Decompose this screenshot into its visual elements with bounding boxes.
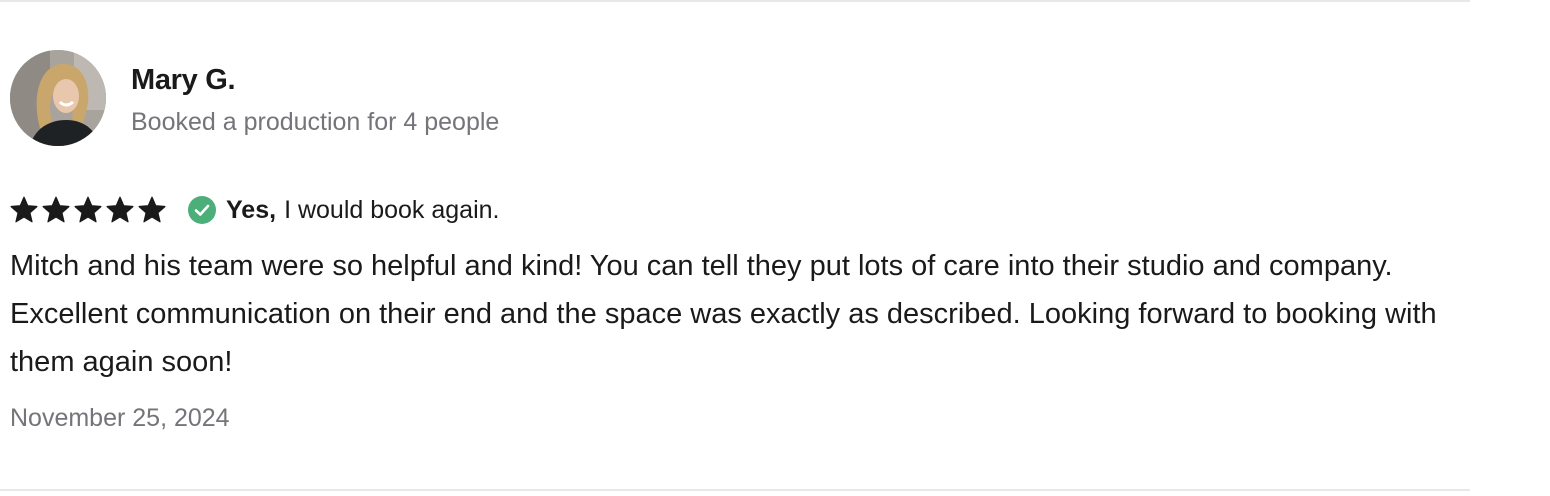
reviewer-name[interactable]: Mary G.	[131, 64, 236, 97]
reviewer-avatar[interactable]	[10, 50, 106, 146]
star-rating	[10, 196, 166, 224]
rebook-indicator: Yes, I would book again.	[188, 196, 500, 225]
rebook-text: I would book again.	[284, 195, 500, 224]
bottom-divider	[0, 489, 1470, 491]
review-card: Mary G. Booked a production for 4 people…	[0, 0, 1470, 496]
star-icon	[138, 196, 166, 224]
reviewer-photo-icon	[10, 50, 106, 146]
star-icon	[42, 196, 70, 224]
review-date: November 25, 2024	[10, 404, 230, 432]
star-icon	[106, 196, 134, 224]
star-icon	[74, 196, 102, 224]
rebook-yes-label: Yes,	[226, 195, 277, 224]
booking-info: Booked a production for 4 people	[131, 108, 500, 136]
review-text: Mitch and his team were so helpful and k…	[10, 250, 1437, 378]
rating-row: Yes, I would book again.	[10, 193, 500, 227]
check-circle-icon	[188, 196, 216, 224]
star-icon	[10, 196, 38, 224]
